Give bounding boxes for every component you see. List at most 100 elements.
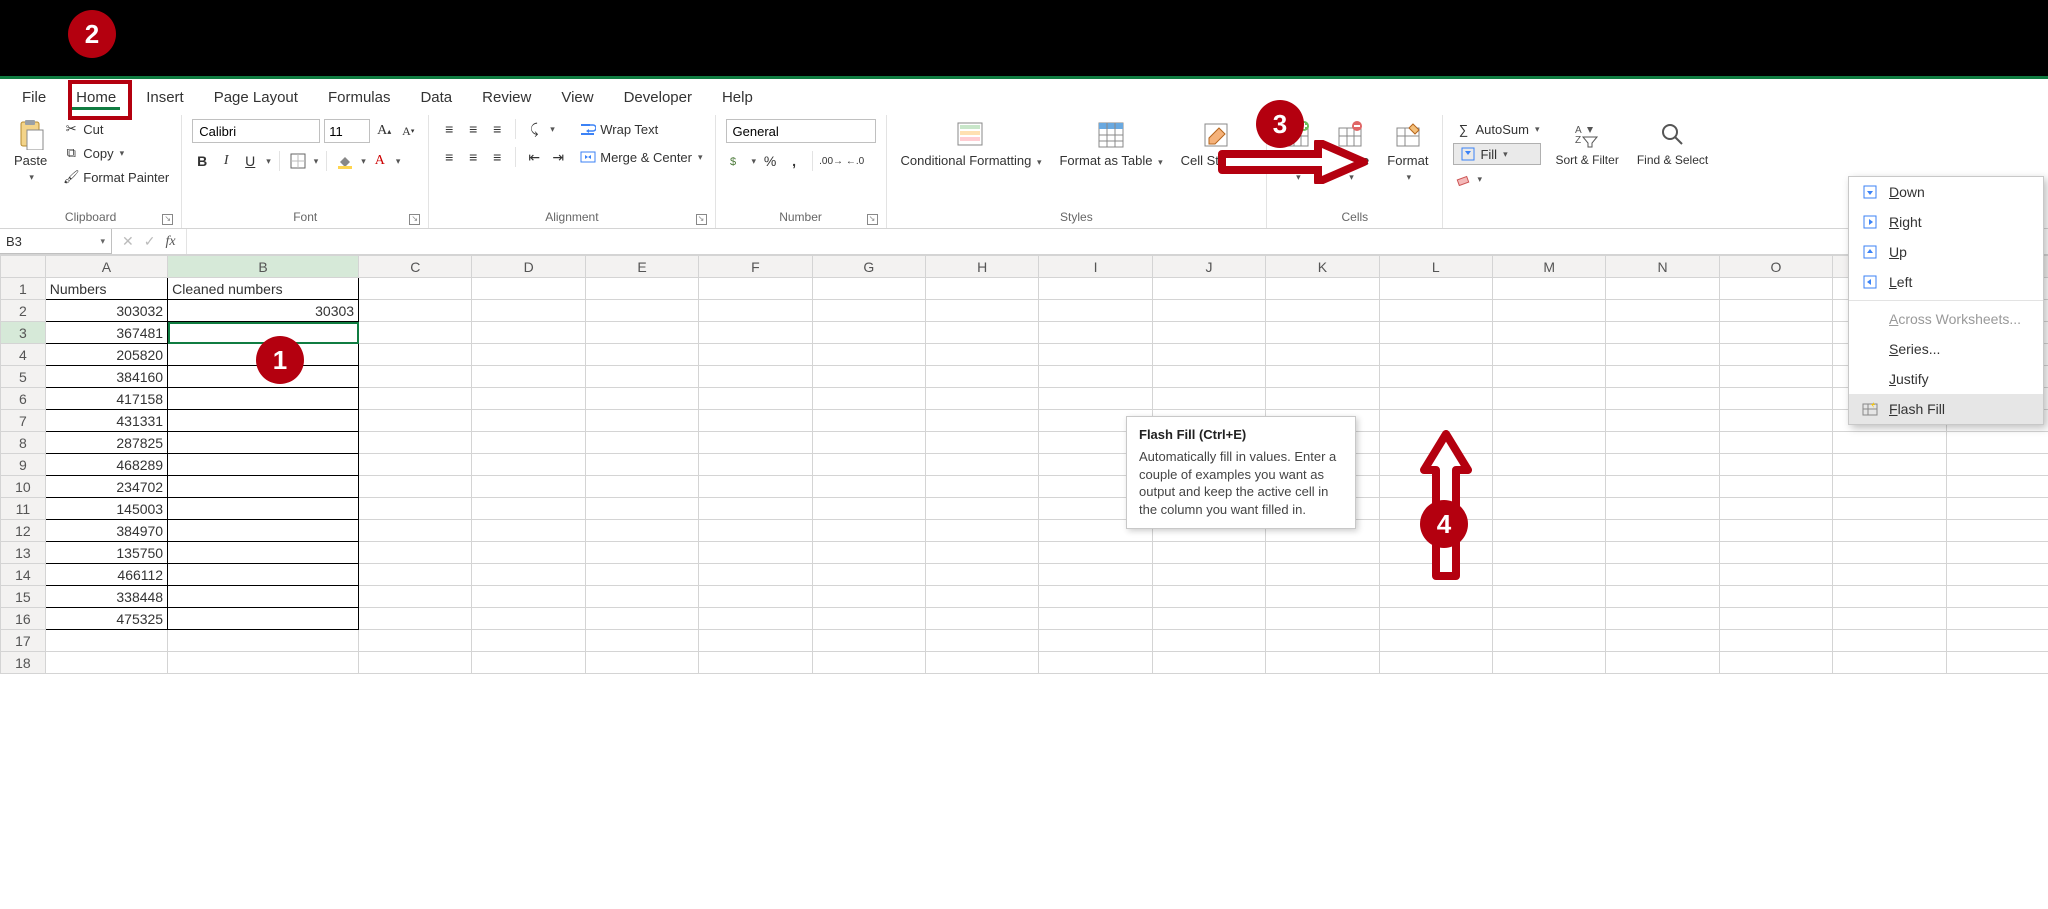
column-header[interactable]: K bbox=[1266, 256, 1379, 278]
cell[interactable] bbox=[1606, 366, 1719, 388]
comma-style-icon[interactable]: , bbox=[784, 151, 804, 171]
cell[interactable] bbox=[699, 322, 812, 344]
column-header[interactable]: N bbox=[1606, 256, 1719, 278]
dialog-launcher-icon[interactable]: ↘ bbox=[162, 214, 173, 225]
fill-button[interactable]: Fill▾ bbox=[1453, 143, 1541, 165]
cell[interactable] bbox=[1606, 520, 1719, 542]
cell[interactable] bbox=[472, 520, 585, 542]
tab-formulas[interactable]: Formulas bbox=[314, 83, 405, 112]
cell[interactable] bbox=[168, 476, 359, 498]
cell[interactable] bbox=[472, 344, 585, 366]
cell[interactable] bbox=[926, 652, 1039, 674]
copy-button[interactable]: ⧉Copy▾ bbox=[61, 143, 171, 163]
cell[interactable] bbox=[1152, 278, 1265, 300]
cell[interactable] bbox=[1606, 344, 1719, 366]
row-header[interactable]: 10 bbox=[1, 476, 46, 498]
cell[interactable]: 145003 bbox=[45, 498, 167, 520]
cell[interactable] bbox=[359, 410, 472, 432]
cell[interactable] bbox=[1946, 586, 2048, 608]
cell[interactable] bbox=[1946, 432, 2048, 454]
cell[interactable] bbox=[812, 366, 925, 388]
cell[interactable] bbox=[1719, 322, 1832, 344]
tab-page-layout[interactable]: Page Layout bbox=[200, 83, 312, 112]
cell[interactable] bbox=[812, 344, 925, 366]
tab-file[interactable]: File bbox=[8, 83, 60, 112]
row-header[interactable]: 7 bbox=[1, 410, 46, 432]
cell[interactable] bbox=[1719, 630, 1832, 652]
cell[interactable] bbox=[1946, 520, 2048, 542]
cell[interactable] bbox=[1833, 542, 1946, 564]
cell[interactable]: 30303 bbox=[168, 300, 359, 322]
cell[interactable] bbox=[1606, 388, 1719, 410]
cell[interactable] bbox=[168, 454, 359, 476]
cell[interactable] bbox=[812, 652, 925, 674]
cell[interactable] bbox=[585, 564, 698, 586]
italic-button[interactable]: I bbox=[216, 151, 236, 171]
cell[interactable] bbox=[1719, 454, 1832, 476]
cell[interactable] bbox=[1266, 344, 1379, 366]
cell[interactable] bbox=[359, 564, 472, 586]
cell[interactable] bbox=[1039, 278, 1152, 300]
row-header[interactable]: 16 bbox=[1, 608, 46, 630]
cell[interactable] bbox=[585, 476, 698, 498]
cell[interactable] bbox=[926, 608, 1039, 630]
cell[interactable] bbox=[1039, 586, 1152, 608]
cell[interactable] bbox=[359, 366, 472, 388]
cell[interactable] bbox=[585, 498, 698, 520]
cell[interactable] bbox=[472, 608, 585, 630]
cell[interactable] bbox=[168, 630, 359, 652]
cell[interactable] bbox=[585, 300, 698, 322]
cut-button[interactable]: ✂Cut bbox=[61, 119, 171, 139]
accounting-format-icon[interactable]: $ bbox=[726, 151, 746, 171]
cell[interactable] bbox=[699, 344, 812, 366]
cell[interactable] bbox=[168, 586, 359, 608]
cancel-formula-icon[interactable]: ✕ bbox=[122, 233, 134, 250]
number-format-input[interactable] bbox=[726, 119, 876, 143]
tab-developer[interactable]: Developer bbox=[610, 83, 706, 112]
cell[interactable] bbox=[699, 410, 812, 432]
cell[interactable] bbox=[926, 586, 1039, 608]
cell[interactable] bbox=[926, 432, 1039, 454]
cell[interactable]: 287825 bbox=[45, 432, 167, 454]
cell[interactable] bbox=[1039, 608, 1152, 630]
column-header[interactable]: H bbox=[926, 256, 1039, 278]
align-center-icon[interactable]: ≡ bbox=[463, 147, 483, 167]
cell[interactable] bbox=[812, 564, 925, 586]
cell[interactable] bbox=[585, 608, 698, 630]
row-header[interactable]: 3 bbox=[1, 322, 46, 344]
cell[interactable] bbox=[1379, 300, 1492, 322]
row-header[interactable]: 14 bbox=[1, 564, 46, 586]
row-header[interactable]: 2 bbox=[1, 300, 46, 322]
cell[interactable] bbox=[1606, 652, 1719, 674]
cell[interactable] bbox=[812, 278, 925, 300]
font-name-input[interactable] bbox=[192, 119, 320, 143]
cell[interactable] bbox=[926, 454, 1039, 476]
cell[interactable] bbox=[1379, 608, 1492, 630]
cell[interactable] bbox=[168, 388, 359, 410]
cell[interactable] bbox=[1266, 278, 1379, 300]
dialog-launcher-icon[interactable]: ↘ bbox=[867, 214, 878, 225]
align-right-icon[interactable]: ≡ bbox=[487, 147, 507, 167]
cell[interactable] bbox=[472, 388, 585, 410]
cell[interactable] bbox=[359, 542, 472, 564]
row-header[interactable]: 6 bbox=[1, 388, 46, 410]
cell[interactable] bbox=[168, 322, 359, 344]
cell[interactable] bbox=[359, 454, 472, 476]
cell[interactable] bbox=[1719, 542, 1832, 564]
increase-font-icon[interactable]: A▴ bbox=[374, 121, 394, 141]
fill-up-item[interactable]: Up bbox=[1849, 237, 2043, 267]
cell[interactable] bbox=[926, 410, 1039, 432]
cell[interactable] bbox=[1379, 344, 1492, 366]
cell[interactable] bbox=[1266, 366, 1379, 388]
fill-color-icon[interactable] bbox=[335, 151, 355, 171]
cell[interactable] bbox=[1492, 278, 1605, 300]
cell[interactable] bbox=[812, 410, 925, 432]
cell[interactable] bbox=[699, 542, 812, 564]
fill-flash-fill-item[interactable]: Flash Fill bbox=[1849, 394, 2043, 424]
cell[interactable] bbox=[168, 498, 359, 520]
align-top-icon[interactable]: ≡ bbox=[439, 119, 459, 139]
align-left-icon[interactable]: ≡ bbox=[439, 147, 459, 167]
cell[interactable] bbox=[1379, 410, 1492, 432]
merge-center-button[interactable]: Merge & Center▾ bbox=[578, 147, 704, 167]
cell[interactable] bbox=[812, 322, 925, 344]
